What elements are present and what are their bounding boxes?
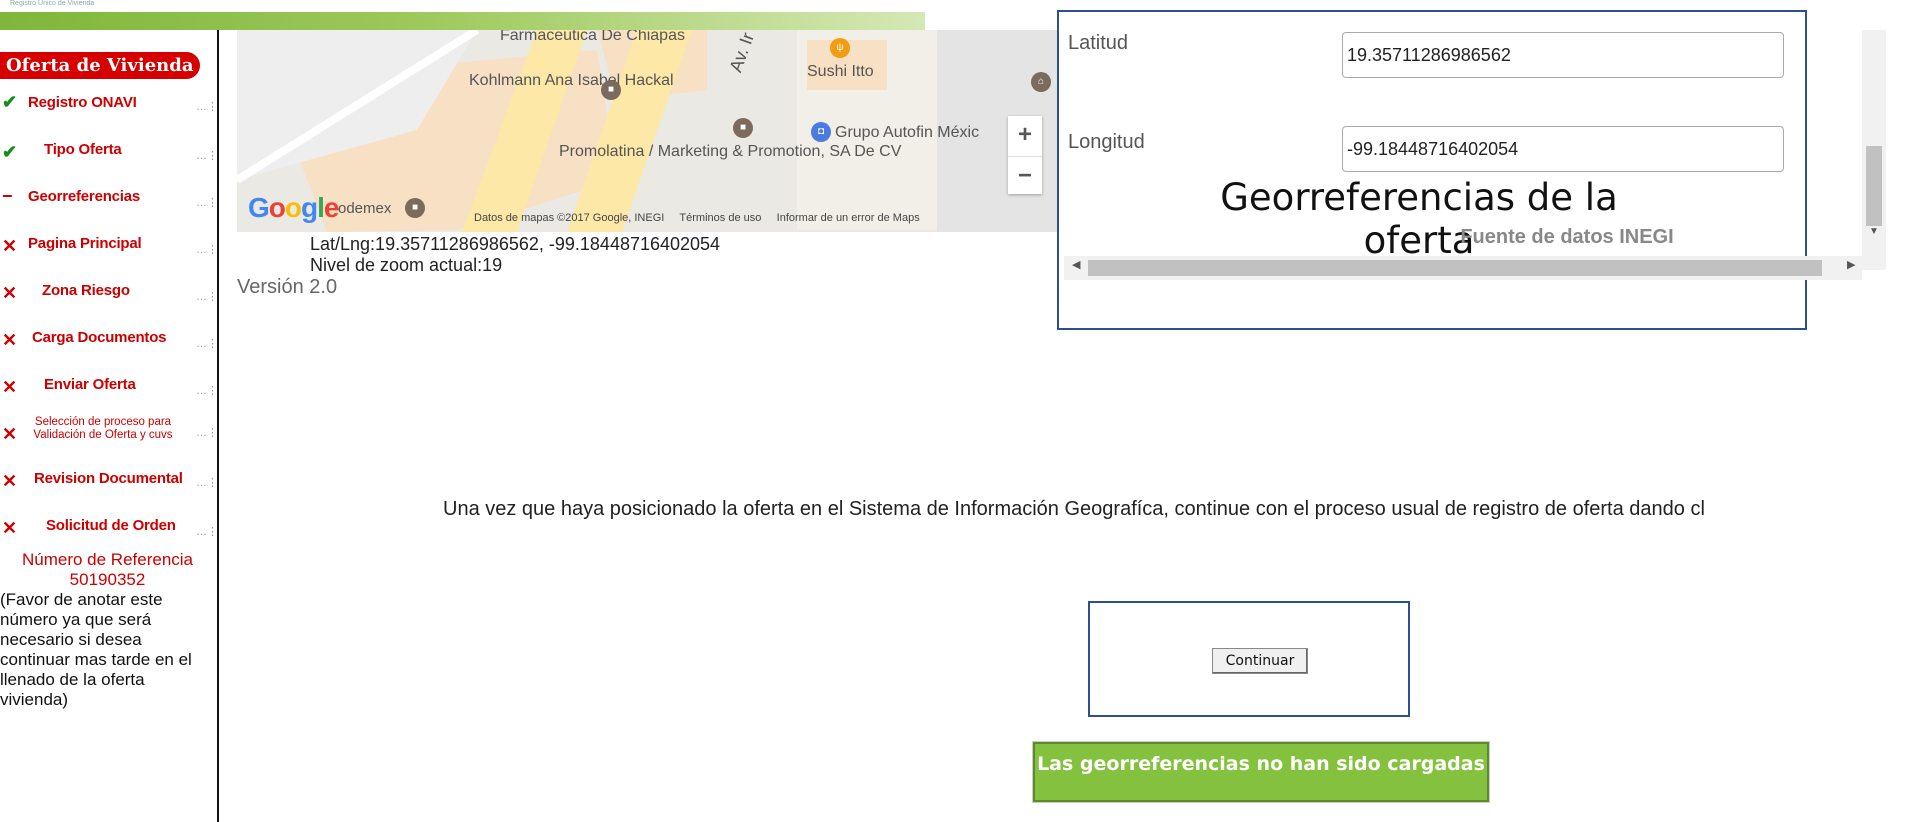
sidebar-item-label[interactable]: Tipo Oferta [44, 141, 122, 158]
map-label-autofin: Grupo Autofin Méxic [835, 124, 980, 141]
map-terms-link[interactable]: Términos de uso [679, 212, 761, 224]
restaurant-icon[interactable]: ψ [830, 38, 850, 58]
sidebar-item-revision-documental[interactable]: ✕ Revision Documental …⋮ [0, 468, 218, 508]
map-label-farmaceutica: Farmaceutica De Chiapas [500, 30, 685, 44]
sidebar-item-label[interactable]: Registro ONAVI [28, 94, 137, 111]
poi-icon[interactable]: ⌂ [1031, 72, 1051, 92]
cross-icon: ✕ [2, 424, 18, 444]
dots-icon: …⋮ [196, 526, 218, 538]
horizontal-scrollbar[interactable]: ◀ ▶ [1064, 256, 1862, 280]
sidebar-item-seleccion-proceso[interactable]: ✕ Selección de proceso para Validación d… [0, 416, 218, 456]
scroll-right-icon[interactable]: ▶ [1847, 258, 1855, 271]
map-label-odemex: odemex [338, 200, 392, 217]
scroll-down-icon[interactable]: ▼ [1869, 226, 1879, 237]
longitud-label: Longitud [1068, 131, 1145, 153]
fuente-label: Fuente de datos INEGI [1460, 226, 1674, 248]
sidebar-item-pagina-principal[interactable]: ✕ Pagina Principal …⋮ [0, 233, 218, 273]
sidebar-item-registro-onavi[interactable]: ✔ Registro ONAVI …⋮ [0, 92, 218, 132]
dots-icon: …⋮ [196, 101, 218, 113]
header-bar [0, 12, 925, 30]
latlng-readout: Lat/Lng:19.35711286986562, -99.184487164… [310, 234, 720, 276]
continuar-frame: Continuar [1088, 601, 1410, 717]
sidebar-item-georreferencias[interactable]: − Georreferencias …⋮ [0, 186, 218, 226]
zoom-level-text: Nivel de zoom actual:19 [310, 255, 503, 275]
dots-icon: …⋮ [196, 427, 218, 439]
scroll-left-icon[interactable]: ◀ [1072, 258, 1080, 271]
version-label: Versión 2.0 [237, 276, 338, 298]
cross-icon: ✕ [2, 471, 18, 491]
map-view[interactable]: Farmaceutica De Chiapas Kohlmann Ana Isa… [237, 30, 1059, 232]
dots-icon: …⋮ [196, 385, 218, 397]
sidebar: Oferta de Vivienda ✔ Registro ONAVI …⋮ ✔… [0, 50, 218, 822]
latitud-label: Latitud [1068, 32, 1129, 54]
poi-icon[interactable]: ■ [405, 198, 425, 218]
vertical-scrollbar[interactable]: ▼ [1862, 30, 1886, 270]
check-icon: ✔ [2, 92, 18, 112]
zoom-controls: + − [1008, 116, 1042, 194]
reference-block: Número de Referencia 50190352 (Favor de … [0, 550, 215, 710]
cross-icon: ✕ [2, 377, 18, 397]
sidebar-item-label[interactable]: Carga Documentos [32, 329, 167, 346]
header-logo-text: Registro Único de Vivienda [10, 0, 95, 7]
map-report-link[interactable]: Informar de un error de Maps [777, 212, 920, 224]
dots-icon: …⋮ [196, 197, 218, 209]
dots-icon: …⋮ [196, 477, 218, 489]
reference-number: 50190352 [69, 570, 146, 589]
sidebar-item-label[interactable]: Revision Documental [34, 470, 183, 487]
coordinates-panel: Latitud Longitud Georreferencias de la o… [1057, 10, 1862, 330]
status-alert: Las georreferencias no han sido cargadas [1032, 741, 1490, 803]
sidebar-item-label[interactable]: Pagina Principal [28, 235, 142, 252]
google-logo: Google [248, 192, 339, 223]
sidebar-item-label[interactable]: Georreferencias [28, 188, 140, 205]
sidebar-item-tipo-oferta[interactable]: ✔ Tipo Oferta …⋮ [0, 139, 218, 179]
scrollbar-thumb[interactable] [1088, 260, 1822, 276]
map-footer: Datos de mapas ©2017 Google, INEGI Térmi… [474, 212, 920, 224]
map-attribution: Datos de mapas ©2017 Google, INEGI [474, 212, 665, 224]
poi-icon[interactable]: ■ [601, 80, 621, 100]
sidebar-divider [217, 30, 219, 822]
cross-icon: ✕ [2, 283, 18, 303]
scrollbar-thumb[interactable] [1866, 146, 1882, 226]
continuar-button[interactable]: Continuar [1212, 648, 1308, 674]
overlay-caption: Georreferencias de la oferta [1220, 176, 1618, 262]
map-label-sushi: Sushi Itto [807, 63, 874, 80]
dots-icon: …⋮ [196, 338, 218, 350]
map-label-promolatina: Promolatina / Marketing & Promotion, SA … [559, 143, 902, 160]
sidebar-item-enviar-oferta[interactable]: ✕ Enviar Oferta …⋮ [0, 374, 218, 414]
cross-icon: ✕ [2, 236, 18, 256]
shopping-icon[interactable]: ◘ [811, 122, 831, 142]
dots-icon: …⋮ [196, 244, 218, 256]
cross-icon: ✕ [2, 330, 18, 350]
longitud-field[interactable] [1342, 126, 1784, 172]
reference-note: (Favor de anotar este número ya que será… [0, 590, 192, 709]
poi-icon[interactable]: ■ [733, 118, 753, 138]
latitud-field[interactable] [1342, 32, 1784, 78]
dash-icon: − [2, 186, 13, 206]
sidebar-item-solicitud-orden[interactable]: ✕ Solicitud de Orden …⋮ [0, 515, 218, 555]
dots-icon: …⋮ [196, 150, 218, 162]
sidebar-item-label[interactable]: Solicitud de Orden [46, 517, 176, 534]
zoom-in-button[interactable]: + [1008, 116, 1042, 154]
zoom-out-button[interactable]: − [1008, 156, 1042, 195]
dots-icon: …⋮ [196, 291, 218, 303]
sidebar-item-label[interactable]: Enviar Oferta [44, 376, 136, 393]
sidebar-item-zona-riesgo[interactable]: ✕ Zona Riesgo …⋮ [0, 280, 218, 320]
sidebar-title: Oferta de Vivienda [0, 52, 200, 79]
latlng-text: Lat/Lng:19.35711286986562, -99.184487164… [310, 234, 721, 254]
reference-title: Número de Referencia [21, 550, 194, 569]
check-icon: ✔ [2, 142, 18, 162]
sidebar-item-label[interactable]: Selección de proceso para Validación de … [22, 416, 184, 442]
cross-icon: ✕ [2, 518, 18, 538]
sidebar-item-label[interactable]: Zona Riesgo [42, 282, 130, 299]
sidebar-item-carga-documentos[interactable]: ✕ Carga Documentos …⋮ [0, 327, 218, 367]
instructions-text: Una vez que haya posicionado la oferta e… [443, 498, 1705, 520]
